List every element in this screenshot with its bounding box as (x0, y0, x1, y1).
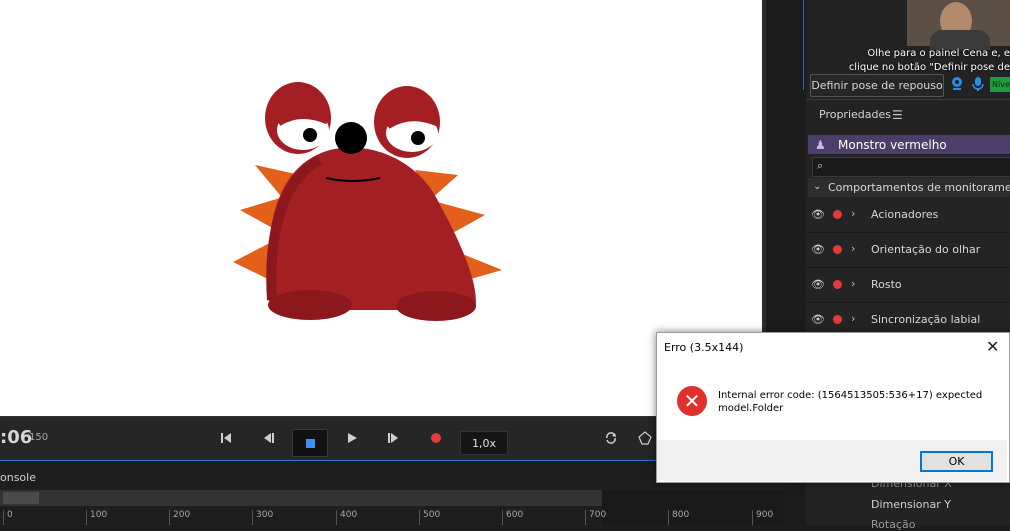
search-icon: ⌕ (817, 159, 824, 172)
timeline-scroll-thumb[interactable] (3, 492, 39, 504)
divider (806, 99, 1010, 100)
chevron-right-icon[interactable]: › (851, 312, 855, 325)
playback-speed[interactable]: 1,0x (460, 431, 508, 455)
ok-button[interactable]: OK (920, 451, 993, 472)
loop-icon[interactable] (600, 423, 622, 453)
step-back-icon[interactable] (256, 423, 280, 453)
behavior-label: Orientação do olhar (871, 243, 981, 256)
close-icon[interactable]: ✕ (986, 337, 999, 356)
video-subtitle-line: clique no botão "Definir pose de (848, 62, 1010, 73)
puppet-name: Monstro vermelho (838, 138, 947, 152)
timeline-tick: 100 (86, 510, 107, 525)
behavior-label: Rosto (871, 278, 902, 291)
snapshot-icon[interactable] (634, 423, 656, 453)
camera-preview-body (930, 30, 990, 50)
frame-count: 150 (29, 432, 49, 443)
timeline-track[interactable] (0, 490, 602, 506)
timeline-tick: 600 (502, 510, 523, 525)
dialog-message: Internal error code: (1564513505:536+17)… (718, 390, 983, 414)
param-label: Dimensionar Y (871, 498, 951, 511)
arm-record-icon[interactable] (833, 315, 842, 324)
eye-icon[interactable]: 👁 (811, 278, 825, 291)
record-button[interactable] (424, 423, 448, 453)
chevron-down-icon[interactable]: ⌄ (813, 181, 821, 192)
search-input[interactable] (812, 157, 1010, 177)
behavior-label: Acionadores (871, 208, 939, 221)
eye-icon[interactable]: 👁 (811, 313, 825, 326)
stop-button[interactable] (292, 429, 328, 457)
timeline-tick: 900 (752, 510, 773, 525)
arm-record-icon[interactable] (833, 280, 842, 289)
step-forward-icon[interactable] (382, 423, 406, 453)
hamburger-menu-icon[interactable]: ☰ (892, 108, 903, 122)
behavior-group-label: Comportamentos de monitoramento (828, 181, 1010, 194)
set-rest-pose-button[interactable]: Definir pose de repouso (810, 74, 944, 97)
puppet-icon: ♟ (815, 138, 826, 152)
scene-stage[interactable] (0, 0, 762, 416)
dialog-title: Erro (3.5x144) (664, 341, 744, 354)
timeline-tick: 800 (668, 510, 689, 525)
eye-icon[interactable]: 👁 (811, 208, 825, 221)
error-icon: ✕ (677, 386, 707, 416)
red-monster-puppet (233, 82, 502, 321)
panel-title: Propriedades (819, 108, 891, 121)
behavior-label: Sincronização labial (871, 313, 981, 326)
timeline-tick: 300 (252, 510, 273, 525)
stop-icon (305, 438, 315, 448)
timeline-tick: 400 (336, 510, 357, 525)
panel-focus-line (803, 0, 804, 90)
chevron-right-icon[interactable]: › (851, 242, 855, 255)
video-subtitle-line: Olhe para o painel Cena e, e (867, 48, 1010, 59)
chevron-right-icon[interactable]: › (851, 277, 855, 290)
arm-record-icon[interactable] (833, 210, 842, 219)
eye-icon[interactable]: 👁 (811, 243, 825, 256)
timeline-tick: 500 (419, 510, 440, 525)
record-icon (431, 433, 441, 443)
webcam-icon[interactable] (949, 76, 965, 92)
level-badge: Níve (990, 77, 1010, 92)
arm-record-icon[interactable] (833, 245, 842, 254)
skip-to-start-icon[interactable] (214, 423, 238, 453)
chevron-right-icon[interactable]: › (851, 207, 855, 220)
timecode: :06 (0, 427, 33, 448)
timeline-tick: 700 (585, 510, 606, 525)
timeline-tick: 200 (169, 510, 190, 525)
timeline-tick: 0 (3, 510, 13, 525)
play-icon[interactable] (340, 423, 364, 453)
console-tab-label[interactable]: onsole (0, 471, 36, 484)
microphone-icon[interactable] (971, 76, 985, 92)
